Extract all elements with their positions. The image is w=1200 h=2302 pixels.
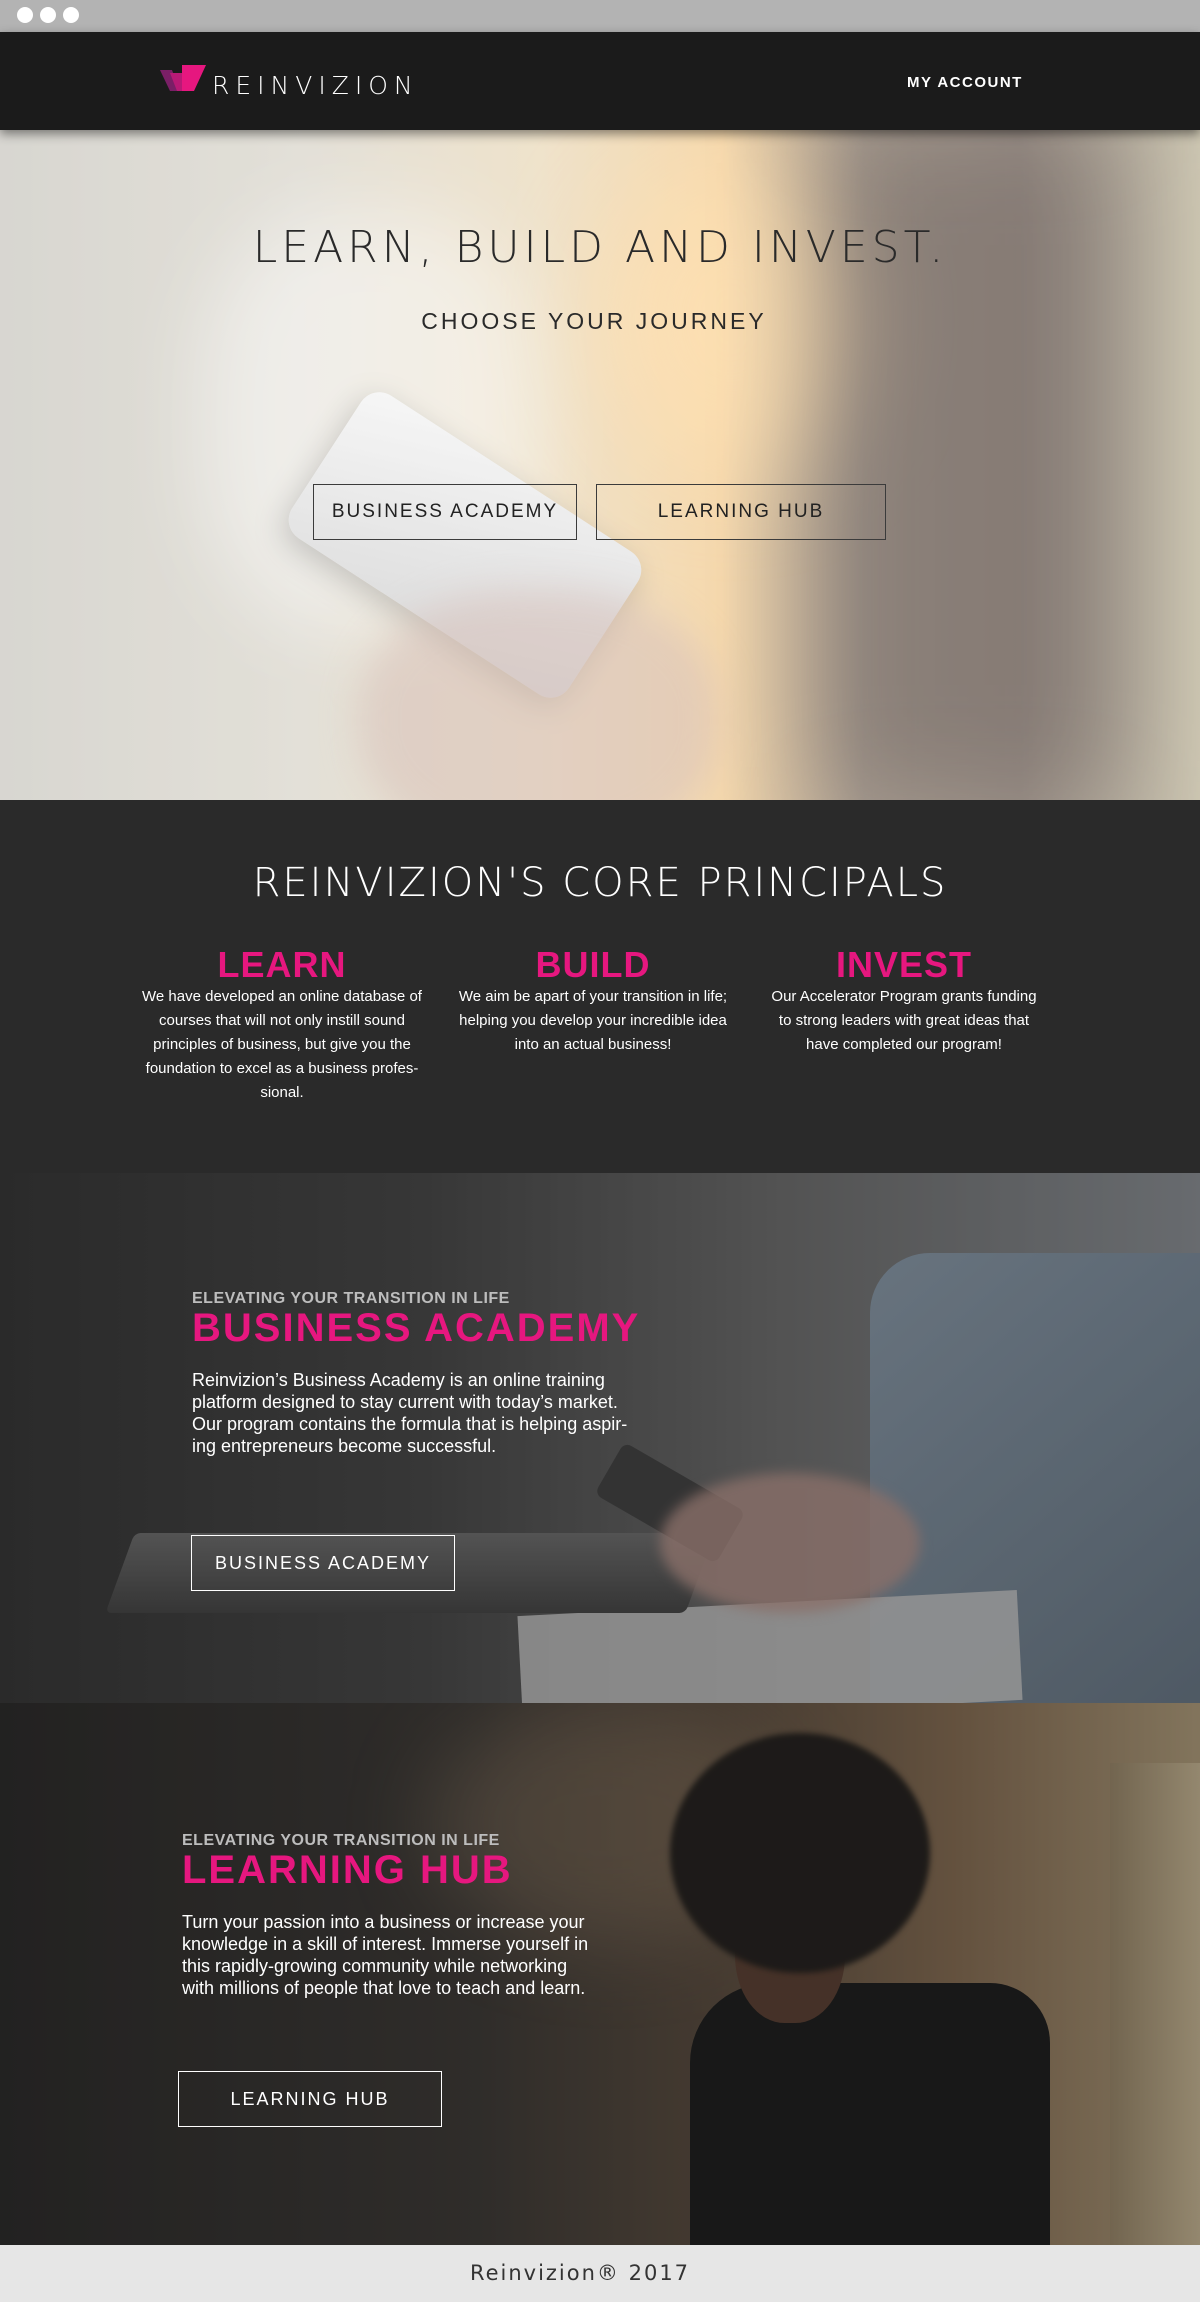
site-footer: Reinvizion® 2017 — [0, 2245, 1200, 2302]
hero-learning-hub-button[interactable]: LEARNING HUB — [596, 484, 886, 540]
learning-hub-description: Turn your passion into a business or inc… — [182, 1912, 589, 1998]
principal-build-text: We aim be apart of your transition in li… — [458, 988, 728, 1053]
learning-hub-title: LEARNING HUB — [182, 1848, 513, 1892]
brand-logo-icon[interactable] — [160, 65, 206, 95]
principal-invest-heading: INVEST — [835, 944, 973, 985]
principal-learn-heading: LEARN — [217, 944, 347, 985]
hero-subtitle: CHOOSE YOUR JOURNEY — [421, 308, 767, 334]
brand-name[interactable]: REINVIZION — [212, 71, 419, 100]
window-minimize-dot[interactable] — [40, 7, 56, 23]
hero-business-academy-button[interactable]: BUSINESS ACADEMY — [313, 484, 577, 540]
business-academy-title: BUSINESS ACADEMY — [192, 1306, 641, 1350]
footer-copyright: Reinvizion® 2017 — [469, 2261, 691, 2285]
principal-learn-text: We have developed an online database of … — [142, 988, 422, 1101]
business-academy-description: Reinvizion’s Business Academy is an onli… — [192, 1370, 628, 1456]
hero-title: LEARN, BUILD AND INVEST. — [252, 222, 948, 273]
window-close-dot[interactable] — [17, 7, 33, 23]
principal-invest-text: Our Accelerator Program grants funding t… — [771, 988, 1037, 1053]
core-principals-title: REINVIZION'S CORE PRINCIPALS — [252, 860, 948, 906]
site-header: REINVIZION MY ACCOUNT — [0, 32, 1200, 130]
principal-build-heading: BUILD — [535, 944, 651, 985]
business-academy-button[interactable]: BUSINESS ACADEMY — [191, 1535, 455, 1591]
window-titlebar — [0, 0, 1200, 32]
my-account-link[interactable]: MY ACCOUNT — [907, 74, 1023, 91]
window-maximize-dot[interactable] — [63, 7, 79, 23]
learning-hub-button[interactable]: LEARNING HUB — [178, 2071, 442, 2127]
